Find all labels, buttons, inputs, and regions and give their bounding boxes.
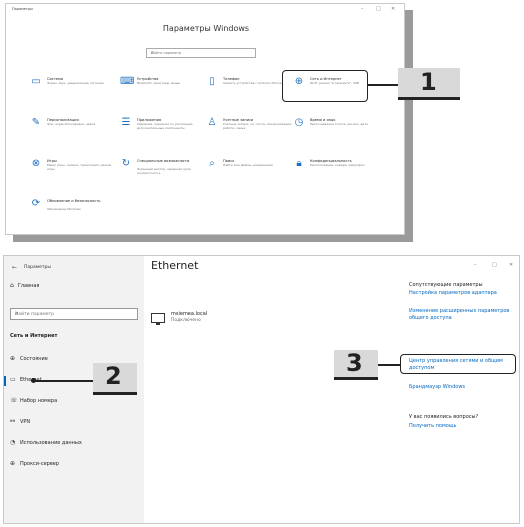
window-titlebar: Параметры [12,7,33,11]
category-desc: Фон, экран блокировки, цвета [47,122,96,126]
update-icon: ⟳ [31,198,41,209]
lock-icon: 🔒︎ [296,158,302,169]
network-monitor-icon [151,313,165,325]
sharing-options-link[interactable]: Изменение расширенных параметров общего … [409,308,514,322]
callout-connector [368,84,398,86]
home-icon: ⌂ [10,282,14,289]
active-indicator [4,376,6,386]
related-heading: Сопутствующие параметры [409,282,483,288]
callout-badge-2: 2 [93,362,137,395]
category-desc: Bluetooth, принтеры, мышь [137,81,181,85]
section-heading: Сеть и Интернет [10,333,58,339]
page-title: Ethernet [151,259,199,272]
minimize-icon[interactable]: – [361,6,364,12]
category-personalization[interactable]: ✎ Персонализация Фон, экран блокировки, … [30,117,120,147]
proxy-icon: ⊕ [10,460,16,467]
phone-icon: ▯ [209,76,215,87]
category-desc: Удаление, значения по умолчанию, дополни… [137,122,194,130]
sidebar-item-status[interactable]: ⊕ Состояние [10,355,48,365]
category-desc: Меню игры, снимки, трансляция, режим игр… [47,163,112,171]
accessibility-icon: ↻ [121,158,131,169]
callout-number: 2 [105,362,122,390]
apps-icon: ☰ [121,117,131,128]
status-icon: ⊕ [10,355,16,362]
laptop-icon: ▭ [31,76,41,87]
minimize-icon[interactable]: – [474,262,477,268]
clock-language-icon: ◷ [294,117,304,128]
maximize-icon[interactable]: □ [376,6,381,12]
category-desc: Найти мои файлы, разрешения [223,163,273,167]
settings-home-window: Параметры – □ ✕ Параметры Windows Найти … [5,3,405,235]
sidebar-item-proxy[interactable]: ⊕ Прокси-сервер [10,460,59,470]
category-title: Специальные возможности [137,159,190,163]
category-update-security[interactable]: ⟳ Обновление и безопасность Обновление W… [30,198,120,228]
category-desc: Экранный диктор, экранная лупа, контраст… [137,167,192,175]
adapter-settings-link[interactable]: Настройка параметров адаптера [409,290,514,297]
get-help-link[interactable]: Получить помощь [409,423,514,430]
sidebar-item-data-usage[interactable]: ◔ Использование данных [10,439,82,449]
category-desc: Обновление Windows [47,207,81,211]
nav-label: Набор номера [20,398,58,404]
callout-connector [378,364,400,366]
category-system[interactable]: ▭ Система Экран, звук, уведомления, пита… [30,76,120,106]
callout-connector [35,380,93,382]
back-arrow-icon[interactable]: ← [12,264,17,271]
close-icon[interactable]: ✕ [509,262,513,268]
callout-number: 3 [346,349,363,377]
person-icon: ♙ [207,117,217,128]
category-apps[interactable]: ☰ Приложения Удаление, значения по умолч… [120,117,210,147]
paint-icon: ✎ [31,117,41,128]
network-highlight-frame [282,70,368,102]
sidebar-item-dialup[interactable]: ☏ Набор номера [10,397,57,407]
vpn-icon: ⚯ [10,418,16,425]
category-desc: Расположение, камера, микрофон [310,163,365,167]
search-icon: ⌕ [151,50,154,56]
page-title: Параметры Windows [162,24,250,33]
search-icon: ⌕ [209,158,215,169]
network-settings-window: ← Параметры ⌂ Главная Найти параметр ⌕ Се… [3,255,520,524]
nav-label: VPN [20,419,31,425]
callout-badge-1: 1 [398,68,460,100]
callout-number: 1 [420,68,437,96]
search-input[interactable]: Найти параметр ⌕ [10,308,138,320]
ethernet-icon: ▭ [10,376,16,383]
home-label: Главная [17,283,40,289]
category-accessibility[interactable]: ↻ Специальные возможности Экранный дикто… [120,158,210,188]
xbox-icon: ⊗ [31,158,41,169]
nav-label: Прокси-сервер [20,461,60,467]
category-desc: Учетные записи, эл. почта, синхронизация… [223,122,292,130]
devices-icon: ⌨ [120,76,135,87]
network-status: Подключено [171,318,201,323]
dialup-icon: ☏ [10,397,18,404]
close-icon[interactable]: ✕ [391,6,395,12]
category-desc: Распознавание голоса, регион, дата [310,122,368,126]
help-heading: У вас появились вопросы? [409,414,479,420]
network-name[interactable]: msiemea.local [171,311,207,317]
category-search[interactable]: ⌕ Поиск Найти мои файлы, разрешения [206,158,296,188]
category-title: Обновление и безопасность [47,199,101,203]
network-center-highlight-frame [400,354,516,374]
category-accounts[interactable]: ♙ Учетные записи Учетные записи, эл. поч… [206,117,296,147]
category-devices[interactable]: ⌨ Устройства Bluetooth, принтеры, мышь [120,76,210,106]
search-icon: ⌕ [15,310,19,317]
maximize-icon[interactable]: □ [492,262,497,268]
search-input[interactable]: Найти параметр ⌕ [146,48,256,58]
data-usage-icon: ◔ [10,439,16,446]
sidebar-item-vpn[interactable]: ⚯ VPN [10,418,30,428]
nav-label: Использование данных [20,440,82,446]
firewall-link[interactable]: Брандмауэр Windows [409,384,514,391]
category-time-language[interactable]: ◷ Время и язык Распознавание голоса, рег… [293,117,383,147]
window-titlebar: Параметры [24,265,51,270]
callout-badge-3: 3 [334,349,378,380]
category-desc: Экран, звук, уведомления, питание [47,81,104,85]
category-gaming[interactable]: ⊗ Игры Меню игры, снимки, трансляция, ре… [30,158,120,188]
nav-label: Состояние [20,356,48,362]
category-privacy[interactable]: 🔒︎ Конфиденциальность Расположение, каме… [293,158,383,188]
sidebar-home[interactable]: ⌂ Главная [10,282,39,289]
